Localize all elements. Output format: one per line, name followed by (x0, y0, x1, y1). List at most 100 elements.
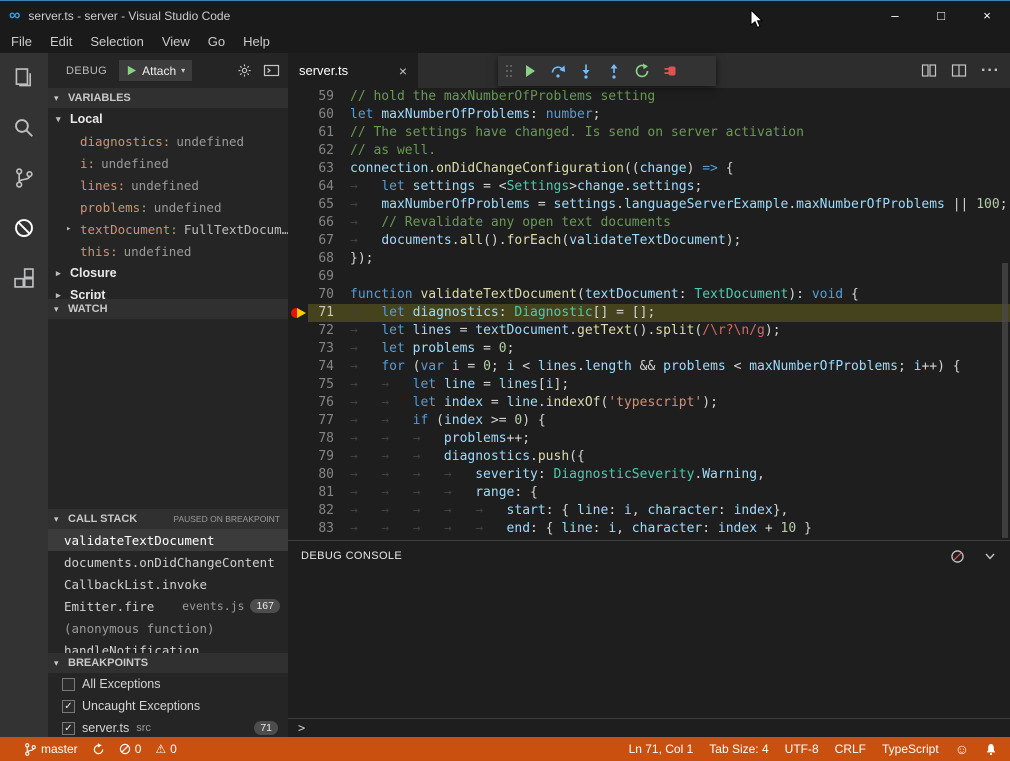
breakpoint-gutter[interactable] (288, 160, 308, 178)
code-line[interactable]: 66→ // Revalidate any open text document… (288, 214, 1010, 232)
call-stack-frame[interactable]: documents.onDidChangeContent (48, 551, 288, 573)
menu-item-help[interactable]: Help (234, 34, 279, 49)
git-branch-status[interactable]: master (24, 742, 78, 757)
code-line[interactable]: 72→ let lines = textDocument.getText().s… (288, 322, 1010, 340)
feedback-smiley-icon[interactable]: ☺ (955, 742, 969, 756)
breakpoint-gutter[interactable] (288, 232, 308, 250)
breakpoint-gutter[interactable] (288, 286, 308, 304)
eol-sequence[interactable]: CRLF (835, 742, 866, 756)
step-out-button[interactable] (600, 56, 628, 86)
breakpoint-gutter[interactable] (288, 466, 308, 484)
variable-row[interactable]: lines:undefined (48, 174, 288, 196)
tab-server-ts[interactable]: server.ts × (288, 53, 418, 88)
breakpoint-gutter[interactable] (288, 88, 308, 106)
code-line[interactable]: 69 (288, 268, 1010, 286)
code-editor[interactable]: 59// hold the maxNumberOfProblems settin… (288, 88, 1010, 540)
breakpoint-item[interactable]: ✓server.tssrc71 (48, 717, 288, 737)
code-line[interactable]: 77→ → if (index >= 0) { (288, 412, 1010, 430)
code-line[interactable]: 80→ → → → severity: DiagnosticSeverity.W… (288, 466, 1010, 484)
menu-item-view[interactable]: View (153, 34, 199, 49)
breakpoint-gutter[interactable] (288, 340, 308, 358)
code-line[interactable]: 67→ documents.all().forEach(validateText… (288, 232, 1010, 250)
checkbox-icon[interactable]: ✓ (62, 700, 75, 713)
breakpoint-gutter[interactable] (288, 214, 308, 232)
breakpoint-gutter[interactable] (288, 358, 308, 376)
activity-debug[interactable] (0, 203, 48, 253)
variable-scope[interactable]: ▸Closure (48, 262, 288, 284)
code-line[interactable]: 71→ let diagnostics: Diagnostic[] = []; (288, 304, 1010, 322)
maximize-button[interactable]: □ (918, 1, 964, 30)
warning-count[interactable]: ⚠ 0 (155, 742, 176, 756)
step-over-button[interactable] (544, 56, 572, 86)
open-debug-console-icon[interactable] (263, 63, 280, 78)
breakpoint-gutter[interactable] (288, 448, 308, 466)
code-line[interactable]: 68}); (288, 250, 1010, 268)
step-into-button[interactable] (572, 56, 600, 86)
breakpoint-gutter[interactable] (288, 178, 308, 196)
clear-console-icon[interactable] (950, 549, 965, 564)
variable-row[interactable]: diagnostics:undefined (48, 130, 288, 152)
breakpoint-gutter[interactable] (288, 142, 308, 160)
code-line[interactable]: 81→ → → → range: { (288, 484, 1010, 502)
variable-row[interactable]: i:undefined (48, 152, 288, 174)
breakpoint-gutter[interactable] (288, 520, 308, 538)
menu-item-selection[interactable]: Selection (81, 34, 152, 49)
code-line[interactable]: 65→ maxNumberOfProblems = settings.langu… (288, 196, 1010, 214)
code-line[interactable]: 75→ → let line = lines[i]; (288, 376, 1010, 394)
editor-scrollbar[interactable] (1002, 263, 1008, 538)
variable-scope[interactable]: ▾Local (48, 108, 288, 130)
debug-console-input[interactable]: > (288, 718, 1010, 737)
code-line[interactable]: 64→ let settings = <Settings>change.sett… (288, 178, 1010, 196)
tab-close-icon[interactable]: × (399, 63, 407, 79)
code-line[interactable]: 76→ → let index = line.indexOf('typescri… (288, 394, 1010, 412)
breakpoints-section-header[interactable]: ▾ BREAKPOINTS (48, 653, 288, 673)
code-line[interactable]: 61// The settings have changed. Is send … (288, 124, 1010, 142)
variable-row[interactable]: problems:undefined (48, 196, 288, 218)
call-stack-section-header[interactable]: ▾ CALL STACK PAUSED ON BREAKPOINT (48, 509, 288, 529)
breakpoint-gutter[interactable] (288, 250, 308, 268)
encoding[interactable]: UTF-8 (785, 742, 819, 756)
call-stack-frame[interactable]: CallbackList.invoke (48, 573, 288, 595)
code-line[interactable]: 74→ for (var i = 0; i < lines.length && … (288, 358, 1010, 376)
menu-item-file[interactable]: File (2, 34, 41, 49)
breakpoint-gutter[interactable] (288, 394, 308, 412)
breakpoint-gutter[interactable] (288, 376, 308, 394)
code-line[interactable]: 59// hold the maxNumberOfProblems settin… (288, 88, 1010, 106)
checkbox-icon[interactable]: ✓ (62, 722, 75, 735)
code-line[interactable]: 62// as well. (288, 142, 1010, 160)
continue-button[interactable] (516, 56, 544, 86)
activity-explorer[interactable] (0, 53, 48, 103)
language-mode[interactable]: TypeScript (882, 742, 939, 756)
call-stack-frame[interactable]: Emitter.fireevents.js167 (48, 595, 288, 617)
disconnect-button[interactable] (656, 56, 684, 86)
breakpoint-gutter[interactable] (288, 412, 308, 430)
activity-extensions[interactable] (0, 253, 48, 303)
call-stack-frame[interactable]: validateTextDocument (48, 529, 288, 551)
breakpoint-gutter[interactable] (288, 322, 308, 340)
minimize-button[interactable]: – (872, 1, 918, 30)
error-count[interactable]: 0 (119, 742, 142, 756)
breakpoint-item[interactable]: ✓Uncaught Exceptions (48, 695, 288, 717)
breakpoint-item[interactable]: All Exceptions (48, 673, 288, 695)
call-stack-frame[interactable]: (anonymous function) (48, 617, 288, 639)
code-line[interactable]: 83→ → → → → end: { line: i, character: i… (288, 520, 1010, 538)
more-actions-icon[interactable]: ··· (981, 62, 1000, 80)
variables-section-header[interactable]: ▾ VARIABLES (48, 88, 288, 108)
breakpoint-gutter[interactable] (288, 430, 308, 448)
code-line[interactable]: 73→ let problems = 0; (288, 340, 1010, 358)
chevron-down-icon[interactable] (983, 549, 997, 563)
breakpoint-gutter[interactable] (288, 484, 308, 502)
toolbar-drag-handle[interactable] (502, 63, 516, 79)
bell-icon[interactable] (985, 743, 997, 756)
variable-scope[interactable]: ▸Script (48, 284, 288, 299)
configure-gear-icon[interactable] (237, 63, 252, 78)
editor-layout-icon[interactable] (951, 63, 967, 78)
split-editor-icon[interactable] (921, 63, 937, 78)
code-line[interactable]: 78→ → → problems++; (288, 430, 1010, 448)
code-line[interactable]: 82→ → → → → start: { line: i, character:… (288, 502, 1010, 520)
sync-status[interactable] (92, 743, 105, 756)
breakpoint-gutter[interactable] (288, 196, 308, 214)
breakpoint-gutter[interactable] (288, 124, 308, 142)
breakpoint-gutter[interactable] (288, 304, 308, 322)
watch-section-header[interactable]: ▾ WATCH (48, 299, 288, 319)
